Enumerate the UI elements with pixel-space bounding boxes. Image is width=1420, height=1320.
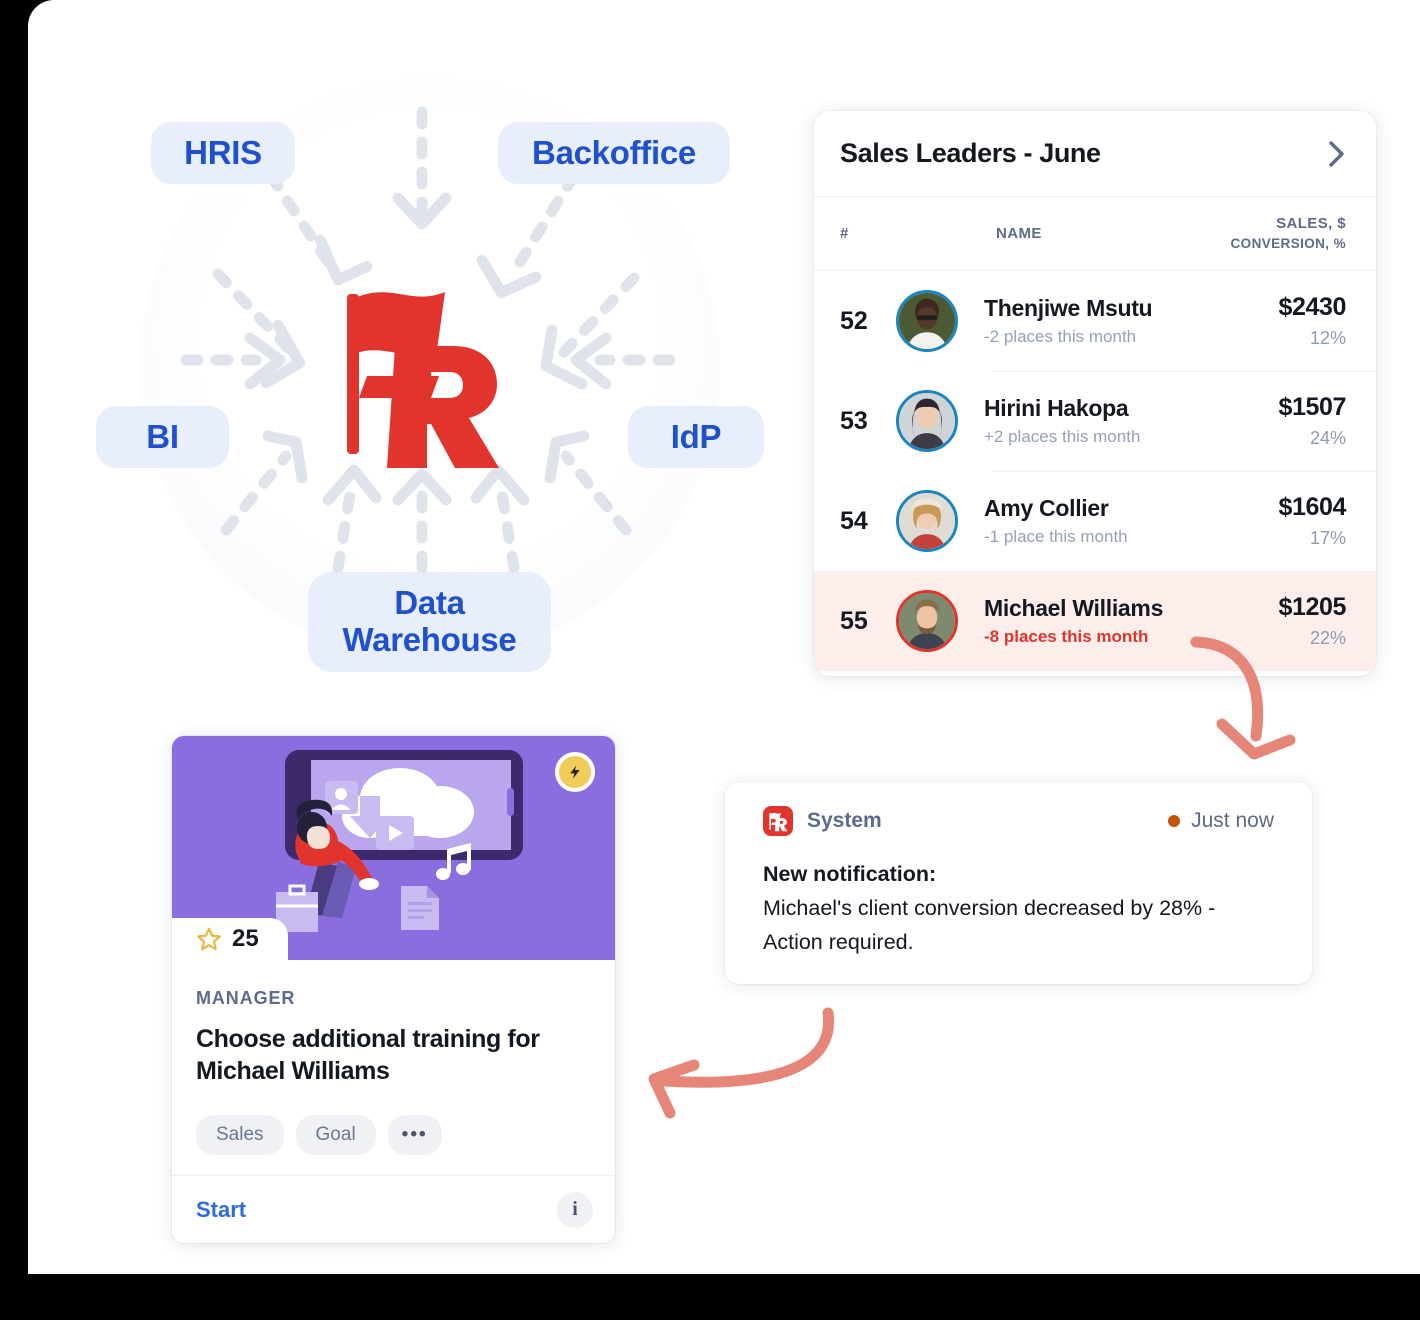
notification-time-wrap: Just now — [1168, 809, 1274, 833]
diagram-pill-bi[interactable]: BI — [96, 406, 229, 468]
tag-sales[interactable]: Sales — [196, 1115, 284, 1155]
pill-label-line2: Warehouse — [342, 621, 517, 658]
start-button[interactable]: Start — [196, 1197, 557, 1223]
pill-label-line1: Data — [394, 584, 465, 622]
training-card-footer: Start i — [172, 1175, 615, 1243]
notification-card[interactable]: System Just now New notification: Michae… — [725, 782, 1312, 984]
flag-r-app-icon — [763, 806, 793, 836]
table-row[interactable]: 53 Hirini Hakopa +2 places this month $1… — [814, 371, 1376, 471]
notification-time: Just now — [1191, 809, 1274, 832]
row-rank: 52 — [840, 306, 868, 335]
sales-leaders-card: Sales Leaders - June # NAME SALES, $ CON… — [814, 111, 1376, 676]
row-person: Thenjiwe Msutu -2 places this month — [984, 295, 1278, 347]
page-title: Sales Leaders - June — [840, 138, 1101, 168]
unread-dot-icon — [1168, 815, 1181, 827]
training-hero-illustration: 25 — [172, 736, 615, 960]
row-conversion: 17% — [1309, 528, 1346, 548]
star-rating-badge: 25 — [172, 918, 288, 960]
info-icon[interactable]: i — [557, 1191, 593, 1228]
row-metrics: $1604 17% — [1278, 493, 1346, 549]
row-change: -1 place this month — [984, 527, 1128, 546]
row-divider — [992, 571, 1376, 572]
training-title: Choose additional training for Michael W… — [196, 1025, 540, 1085]
notification-source: System — [807, 809, 882, 832]
column-header-sales-conversion: SALES, $ CONVERSION, % — [1231, 214, 1346, 253]
row-change: -2 places this month — [984, 327, 1137, 346]
row-person: Amy Collier -1 place this month — [984, 495, 1278, 547]
row-amount: $1205 — [1278, 593, 1346, 621]
diagram-pill-idp[interactable]: IdP — [628, 406, 764, 468]
page-canvas: HRIS Backoffice BI IdP Data Warehouse Sa… — [28, 0, 1420, 1274]
pill-label: BI — [146, 417, 179, 455]
row-rank: 53 — [840, 406, 868, 435]
diagram-pill-hris[interactable]: HRIS — [151, 122, 295, 184]
avatar — [896, 590, 958, 652]
row-change: +2 places this month — [984, 427, 1141, 446]
column-header-rank: # — [840, 225, 849, 242]
sales-leaders-header[interactable]: Sales Leaders - June — [814, 111, 1376, 197]
tag-goal[interactable]: Goal — [295, 1115, 376, 1155]
more-tags-button[interactable]: ••• — [387, 1115, 442, 1155]
avatar — [896, 490, 958, 552]
diagram-pill-backoffice[interactable]: Backoffice — [498, 122, 730, 184]
column-header-conversion: CONVERSION, % — [1230, 235, 1346, 251]
notification-header: System Just now — [763, 806, 1274, 836]
notification-body: New notification: Michael's client conve… — [763, 858, 1274, 960]
row-name: Thenjiwe Msutu — [984, 295, 1153, 321]
row-name: Amy Collier — [984, 495, 1109, 521]
training-kicker: MANAGER — [196, 988, 296, 1008]
table-row[interactable]: 52 Thenjiwe Msutu -2 places this month $… — [814, 271, 1376, 371]
row-conversion: 12% — [1309, 328, 1346, 348]
row-amount: $1507 — [1278, 393, 1346, 421]
diagram-pill-data-warehouse[interactable]: Data Warehouse — [308, 572, 551, 672]
column-header-name: NAME — [996, 225, 1042, 242]
curved-arrow-left-icon — [648, 1007, 835, 1119]
training-tags: Sales Goal ••• — [196, 1115, 591, 1155]
star-icon — [197, 927, 221, 951]
training-task-card[interactable]: 25 MANAGER Choose additional training fo… — [172, 736, 615, 1243]
row-metrics: $1507 24% — [1278, 393, 1346, 449]
row-divider — [992, 371, 1376, 372]
notification-lead: New notification: — [763, 862, 937, 886]
row-conversion: 24% — [1309, 428, 1346, 448]
flag-r-logo-icon — [347, 292, 499, 468]
table-column-headers: # NAME SALES, $ CONVERSION, % — [814, 197, 1376, 271]
avatar — [896, 290, 958, 352]
row-person: Hirini Hakopa +2 places this month — [984, 395, 1278, 447]
training-card-body: MANAGER Choose additional training for M… — [172, 960, 615, 1155]
notification-message: Michael's client conversion decreased by… — [763, 895, 1216, 954]
table-row[interactable]: 54 Amy Collier -1 place this month $1604… — [814, 471, 1376, 571]
row-amount: $1604 — [1278, 493, 1346, 521]
row-rank: 54 — [840, 506, 868, 535]
column-header-sales: SALES, $ — [1276, 214, 1346, 232]
integration-diagram: HRIS Backoffice BI IdP Data Warehouse — [28, 0, 788, 720]
row-divider — [992, 471, 1376, 472]
row-amount: $2430 — [1278, 293, 1346, 321]
pill-label: Backoffice — [532, 133, 696, 171]
chevron-right-icon[interactable] — [1326, 140, 1346, 168]
row-metrics: $2430 12% — [1278, 293, 1346, 349]
avatar — [896, 390, 958, 452]
pill-label: HRIS — [184, 133, 262, 171]
star-count: 25 — [232, 925, 259, 952]
pill-label: IdP — [670, 417, 722, 455]
lightning-bolt-icon — [555, 752, 595, 792]
row-name: Hirini Hakopa — [984, 395, 1129, 421]
row-name: Michael Williams — [984, 595, 1164, 621]
row-rank: 55 — [840, 606, 868, 635]
curved-arrow-down-icon — [1190, 636, 1296, 760]
